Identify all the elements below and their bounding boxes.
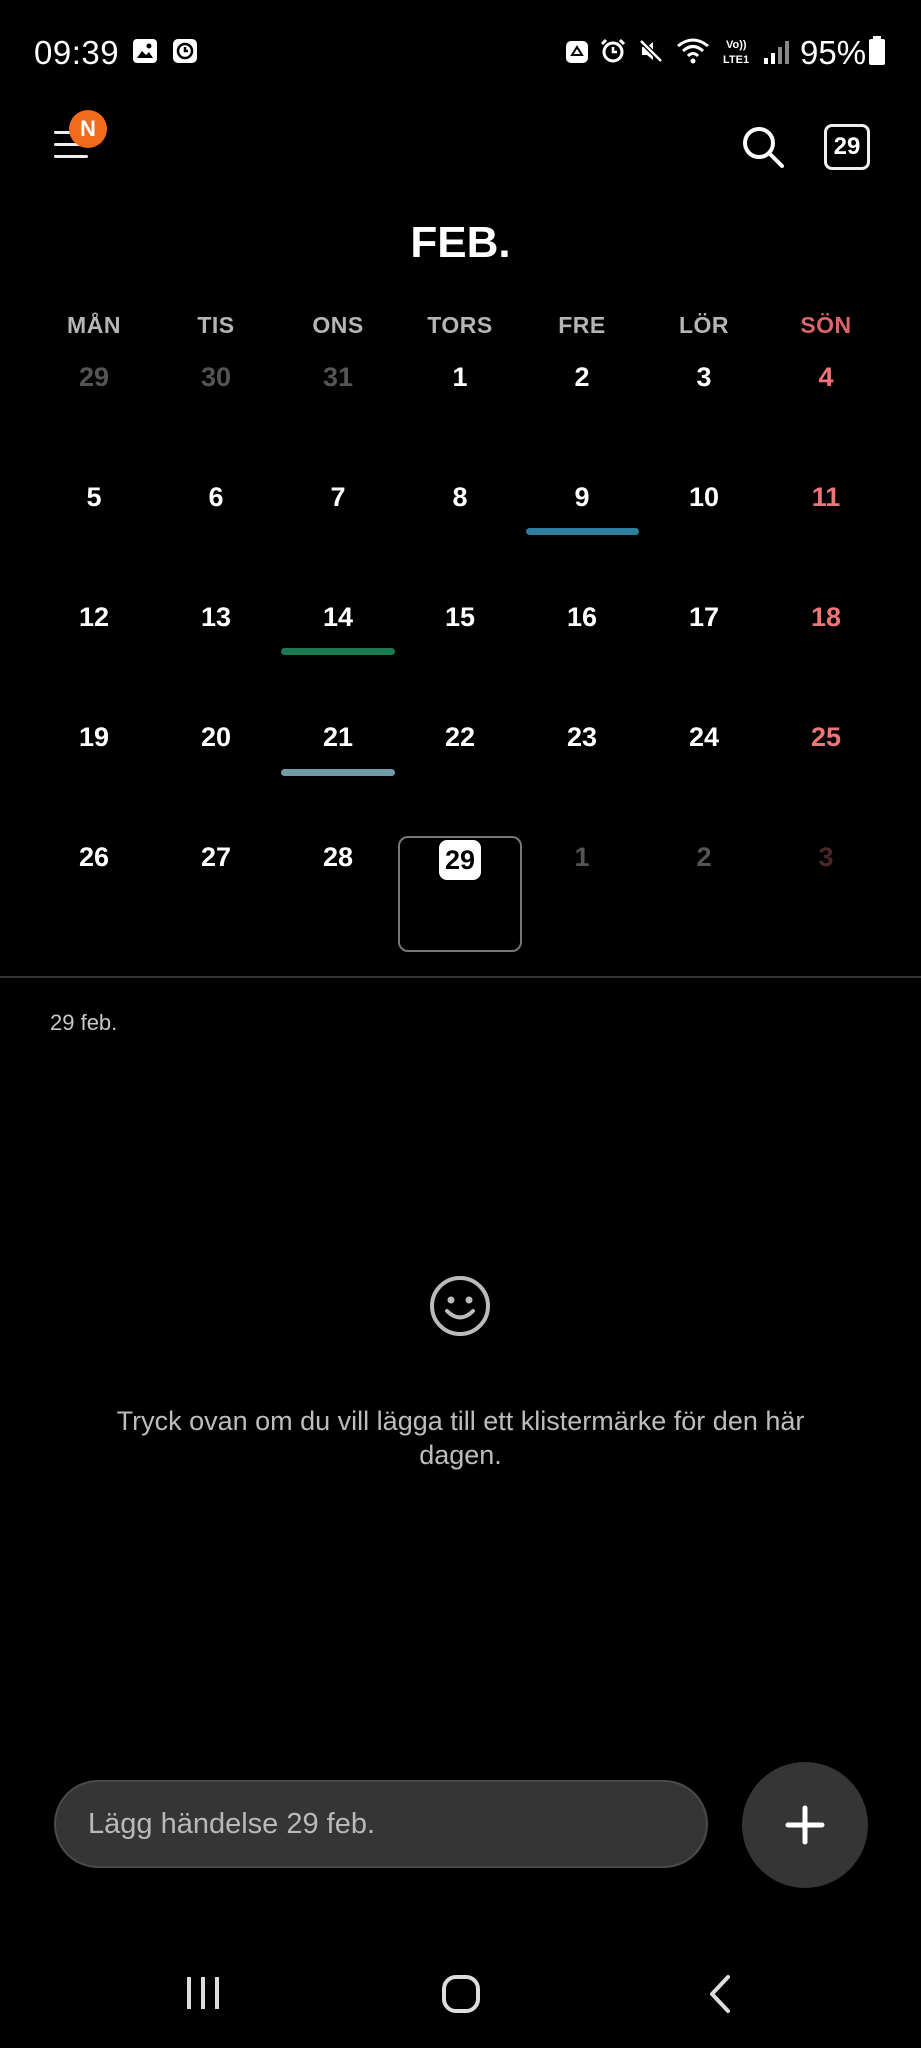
day-cell[interactable]: 28 [277, 842, 399, 873]
recent-apps-icon[interactable] [183, 1976, 223, 2010]
smiley-sticker-icon[interactable] [428, 1274, 492, 1338]
weekday-mon: MÅN [67, 312, 121, 338]
day-cell[interactable]: 30 [155, 362, 277, 393]
day-cell[interactable]: 14 [277, 602, 399, 633]
day-cell[interactable]: 17 [643, 602, 765, 633]
day-cell[interactable]: 5 [33, 482, 155, 513]
day-cell[interactable]: 26 [33, 842, 155, 873]
alarm-icon [600, 38, 626, 63]
day-cell[interactable]: 9 [521, 482, 643, 513]
day-cell[interactable]: 7 [277, 482, 399, 513]
day-cell[interactable]: 12 [33, 602, 155, 633]
day-cell[interactable]: 10 [643, 482, 765, 513]
day-cell[interactable]: 11 [765, 482, 887, 513]
day-cell[interactable]: 20 [155, 722, 277, 753]
add-event-button[interactable] [742, 1762, 868, 1888]
weekday-wed: ONS [312, 312, 364, 338]
search-icon[interactable] [738, 122, 788, 172]
day-cell[interactable]: 18 [765, 602, 887, 633]
back-icon[interactable] [706, 1974, 734, 2014]
weekday-thu: TORS [427, 312, 493, 338]
event-bar-feb-14[interactable] [281, 648, 395, 655]
status-bar: 09:39 Vo)) LTE1 95% [0, 0, 921, 104]
svg-text:LTE1: LTE1 [723, 54, 749, 66]
day-cell[interactable]: 22 [399, 722, 521, 753]
image-notification-icon [133, 39, 157, 63]
day-cell[interactable]: 4 [765, 362, 887, 393]
selected-date-label: 29 feb. [50, 1010, 118, 1035]
weekday-tue: TIS [197, 312, 235, 338]
day-cell[interactable]: 1 [399, 362, 521, 393]
day-cell[interactable]: 3 [765, 842, 887, 873]
day-cell[interactable]: 23 [521, 722, 643, 753]
today-button[interactable]: 29 [824, 124, 870, 170]
day-cell[interactable]: 1 [521, 842, 643, 873]
weekday-sun: SÖN [800, 312, 852, 338]
day-cell[interactable]: 16 [521, 602, 643, 633]
status-time: 09:39 [34, 34, 120, 71]
battery-percent: 95% [800, 34, 867, 71]
mute-icon [639, 39, 663, 63]
day-cell[interactable]: 15 [399, 602, 521, 633]
day-cell[interactable]: 8 [399, 482, 521, 513]
day-cell[interactable]: 25 [765, 722, 887, 753]
volte-lte-icon: Vo)) LTE1 [723, 39, 749, 66]
quick-add-placeholder: Lägg händelse 29 feb. [88, 1808, 376, 1840]
wifi-icon [677, 38, 709, 64]
event-bar-feb-9[interactable] [526, 528, 639, 535]
day-cell[interactable]: 21 [277, 722, 399, 753]
plus-icon [785, 1805, 825, 1845]
day-cell[interactable]: 6 [155, 482, 277, 513]
today-date-chip[interactable]: 29 [439, 840, 481, 880]
day-cell[interactable]: 3 [643, 362, 765, 393]
day-cell[interactable]: 24 [643, 722, 765, 753]
notification-badge: N [69, 110, 107, 148]
day-cell[interactable]: 2 [521, 362, 643, 393]
clock-app-icon [173, 39, 197, 63]
svg-text:Vo)): Vo)) [726, 39, 747, 51]
event-bar-feb-21[interactable] [281, 769, 395, 776]
day-cell[interactable]: 2 [643, 842, 765, 873]
day-cell[interactable]: 19 [33, 722, 155, 753]
day-cell[interactable]: 31 [277, 362, 399, 393]
recycle-icon [566, 41, 588, 63]
day-cell[interactable]: 27 [155, 842, 277, 873]
signal-icon [764, 41, 789, 64]
weekday-sat: LÖR [678, 312, 730, 338]
weekday-fri: FRE [558, 312, 606, 338]
day-cell[interactable]: 29 [33, 362, 155, 393]
battery-icon [869, 36, 885, 65]
month-title[interactable]: FEB. [0, 218, 921, 268]
day-cell[interactable]: 13 [155, 602, 277, 633]
sticker-hint: Tryck ovan om du vill lägga till ett kli… [116, 1406, 805, 1470]
divider [0, 976, 921, 978]
home-icon[interactable] [441, 1974, 481, 2014]
